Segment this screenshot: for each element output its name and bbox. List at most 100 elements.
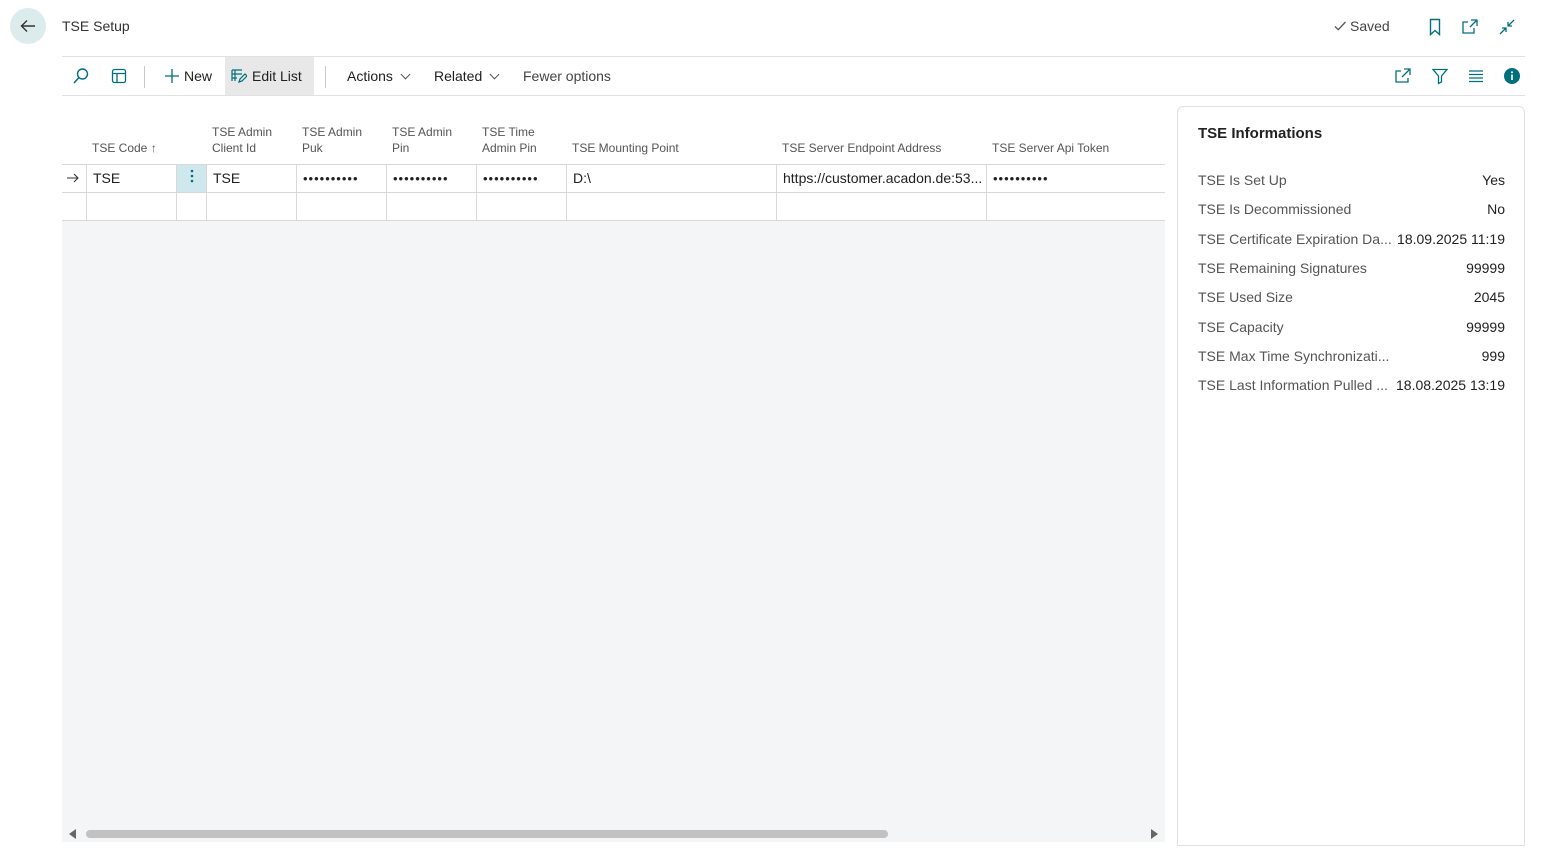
open-new-window-icon (1462, 19, 1478, 34)
filter-button[interactable] (1425, 57, 1455, 95)
column-header-mounting-point[interactable]: TSE Mounting Point (572, 140, 679, 156)
cell-api-token[interactable]: •••••••••• (987, 165, 1165, 192)
factbox-item-value[interactable]: 18.08.2025 13:19 (1396, 377, 1505, 397)
edit-list-button[interactable]: Edit List (225, 57, 314, 95)
factbox-item: TSE Is Set Up Yes (1198, 172, 1505, 192)
column-header-admin-client-id[interactable]: TSE Admin Client Id (212, 124, 272, 156)
horizontal-scrollbar[interactable] (62, 826, 1165, 842)
factbox-item: TSE Used Size 2045 (1198, 289, 1505, 309)
factbox-item-label: TSE Is Decommissioned (1198, 201, 1352, 217)
cell-admin-pin[interactable]: •••••••••• (387, 165, 477, 192)
analysis-mode-button[interactable] (104, 57, 134, 95)
factbox-item: TSE Max Time Synchronizati... 999 (1198, 348, 1505, 368)
cell-admin-pin[interactable] (387, 193, 477, 220)
search-icon (73, 68, 89, 84)
factbox-item-value[interactable]: 999 (1482, 348, 1505, 368)
header-line2: Pin (392, 141, 410, 155)
factbox-item-value[interactable]: 2045 (1474, 289, 1505, 309)
saved-label: Saved (1350, 18, 1390, 34)
factbox-item-label: TSE Last Information Pulled ... (1198, 377, 1388, 393)
scrollbar-thumb[interactable] (86, 830, 888, 838)
column-header-admin-puk[interactable]: TSE Admin Puk (302, 124, 362, 156)
factbox-item: TSE Last Information Pulled ... 18.08.20… (1198, 377, 1505, 397)
fewer-options-button[interactable]: Fewer options (517, 57, 617, 95)
actions-menu[interactable]: Actions (341, 57, 415, 95)
grid-header: TSE Code ↑ TSE Admin Client Id TSE Admin P… (62, 106, 1165, 165)
column-header-tse-code[interactable]: TSE Code ↑ (92, 140, 157, 156)
header-line1: TSE Admin (302, 125, 363, 139)
list-grid: TSE Code ↑ TSE Admin Client Id TSE Admin P… (62, 106, 1165, 842)
factbox-item-value[interactable]: No (1487, 201, 1505, 221)
cell-mounting-point[interactable]: D:\ (567, 165, 777, 192)
cell-time-admin-pin[interactable] (477, 193, 567, 220)
factbox-tse-informations: TSE Informations TSE Is Set Up Yes TSE I… (1177, 106, 1525, 846)
column-header-admin-pin[interactable]: TSE Admin Pin (392, 124, 452, 156)
new-button[interactable]: New (159, 57, 218, 95)
factbox-item: TSE Capacity 99999 (1198, 319, 1505, 339)
info-icon (1504, 68, 1520, 84)
cell-admin-client-id[interactable] (207, 193, 297, 220)
factbox-item-label: TSE Used Size (1198, 289, 1293, 305)
factbox-item: TSE Remaining Signatures 99999 (1198, 260, 1505, 280)
factbox-item-value[interactable]: 99999 (1466, 260, 1505, 280)
arrow-left-icon (20, 20, 35, 32)
collapse-button[interactable] (1496, 16, 1518, 38)
factbox-item-value[interactable]: Yes (1482, 172, 1505, 192)
cell-api-token[interactable] (987, 193, 1165, 220)
factbox-item: TSE Is Decommissioned No (1198, 201, 1505, 221)
header-line1: TSE Admin (392, 125, 453, 139)
header-line2: Client Id (212, 141, 257, 155)
bookmark-button[interactable] (1424, 16, 1446, 38)
factbox-title: TSE Informations (1198, 125, 1323, 142)
related-menu[interactable]: Related (428, 57, 504, 95)
cell-mounting-point[interactable] (567, 193, 777, 220)
row-menu-button[interactable] (177, 165, 207, 192)
column-header-endpoint-address[interactable]: TSE Server Endpoint Address (782, 140, 941, 156)
share-icon (1395, 68, 1411, 83)
cell-tse-code[interactable]: TSE (87, 165, 177, 192)
filter-icon (1431, 68, 1449, 85)
scroll-right-icon[interactable] (1150, 829, 1158, 839)
checkmark-icon (1334, 21, 1346, 31)
list-icon (1469, 70, 1483, 83)
more-vertical-icon (190, 169, 193, 183)
collapse-icon (1499, 19, 1515, 35)
back-button[interactable] (10, 8, 46, 44)
related-menu-label: Related (434, 68, 483, 84)
toolbar-divider (325, 66, 326, 88)
edit-list-icon (231, 69, 247, 83)
factbox-item-label: TSE Max Time Synchronizati... (1198, 348, 1390, 364)
cell-tse-code[interactable] (87, 193, 177, 220)
cell-admin-puk[interactable] (297, 193, 387, 220)
cell-time-admin-pin[interactable]: •••••••••• (477, 165, 567, 192)
search-button[interactable] (66, 57, 96, 95)
toolbar-divider (144, 66, 145, 88)
chevron-down-icon (400, 69, 411, 79)
factbox-item-label: TSE Remaining Signatures (1198, 260, 1367, 276)
row-indicator[interactable] (62, 165, 87, 192)
cell-admin-puk[interactable]: •••••••••• (297, 165, 387, 192)
row-menu-cell[interactable] (177, 193, 207, 220)
factbox-item-value[interactable]: 18.09.2025 11:19 (1397, 231, 1505, 251)
share-button[interactable] (1388, 57, 1418, 95)
scroll-left-icon[interactable] (69, 829, 77, 839)
factbox-item: TSE Certificate Expiration Da... 18.09.2… (1198, 231, 1505, 251)
list-view-button[interactable] (1461, 57, 1491, 95)
cell-endpoint-address[interactable]: https://customer.acadon.de:53... (777, 165, 987, 192)
header-line2: Puk (302, 141, 323, 155)
page-title: TSE Setup (62, 18, 130, 34)
table-row[interactable]: TSE TSE •••••••••• •••••••••• ••••••••••… (62, 165, 1165, 193)
cell-admin-client-id[interactable]: TSE (207, 165, 297, 192)
row-indicator[interactable] (62, 193, 87, 220)
column-header-time-admin-pin[interactable]: TSE Time Admin Pin (482, 124, 537, 156)
saved-status: Saved (1333, 18, 1390, 34)
column-header-api-token[interactable]: TSE Server Api Token (992, 140, 1109, 156)
table-row-empty[interactable] (62, 193, 1165, 221)
open-new-window-button[interactable] (1459, 16, 1481, 38)
cell-endpoint-address[interactable] (777, 193, 987, 220)
info-button[interactable] (1497, 57, 1527, 95)
factbox-item-label: TSE Capacity (1198, 319, 1284, 335)
factbox-item-value[interactable]: 99999 (1466, 319, 1505, 339)
header-line1: TSE Time (482, 125, 535, 139)
plus-icon (165, 69, 179, 83)
